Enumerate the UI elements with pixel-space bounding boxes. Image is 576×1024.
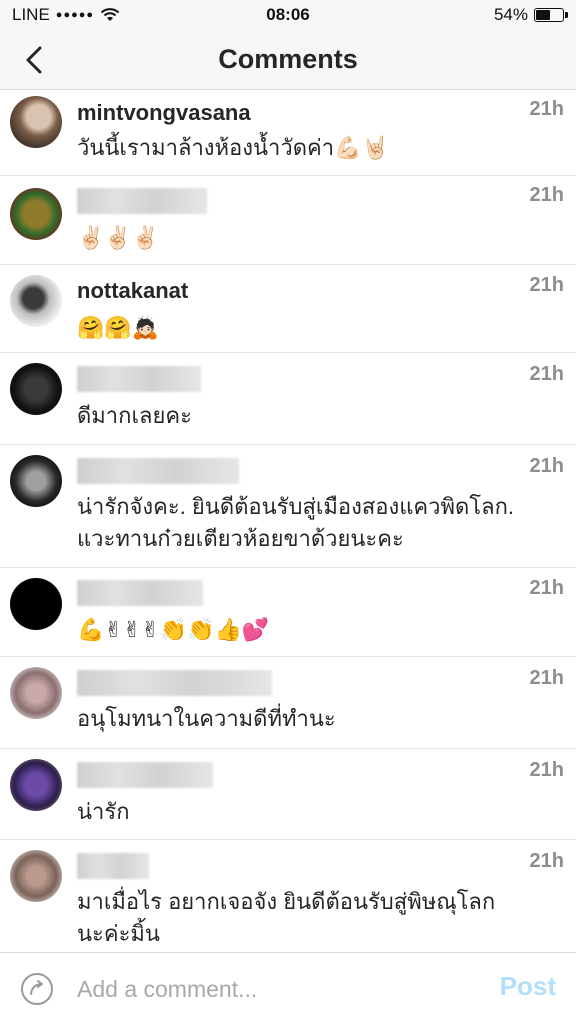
comment-time: 21h (529, 363, 564, 385)
chevron-left-icon (26, 46, 42, 74)
username-redacted[interactable] (77, 366, 201, 392)
avatar[interactable] (10, 759, 62, 811)
wifi-icon (100, 8, 120, 21)
username-redacted[interactable] (77, 580, 203, 606)
comment-username[interactable]: nottakanat (77, 278, 188, 304)
avatar[interactable] (10, 275, 62, 327)
status-bar: LINE ●●●●● 08:06 54% (0, 0, 576, 30)
comment-time: 21h (529, 759, 564, 781)
avatar[interactable] (10, 363, 62, 415)
comment-item: ดีมากเลยคะ 21h (0, 353, 576, 445)
comment-time: 21h (529, 850, 564, 872)
comment-time: 21h (529, 455, 564, 477)
username-redacted[interactable] (77, 762, 213, 788)
avatar[interactable] (10, 96, 62, 148)
comment-username[interactable]: mintvongvasana (77, 100, 251, 126)
page-title: Comments (218, 44, 358, 74)
avatar[interactable] (10, 188, 62, 240)
avatar[interactable] (10, 667, 62, 719)
comment-time: 21h (529, 667, 564, 689)
comments-list[interactable]: mintvongvasana วันนี้เรามาล้างห้องน้ำวัด… (0, 90, 576, 952)
status-right: 54% (364, 5, 568, 25)
battery-icon (534, 8, 568, 22)
status-time: 08:06 (266, 5, 310, 24)
comment-time: 21h (529, 98, 564, 120)
reply-icon[interactable] (20, 972, 54, 1006)
back-button[interactable] (14, 40, 54, 80)
comment-text: อนุโมทนาในความดีที่ทำนะ (77, 706, 336, 731)
comment-composer: Post (0, 952, 576, 1024)
comment-text: ✌🏻✌🏻✌🏻 (77, 225, 160, 250)
avatar[interactable] (10, 850, 62, 902)
comment-time: 21h (529, 184, 564, 206)
comment-time: 21h (529, 274, 564, 296)
comment-item: 💪✌✌✌👏👏👍💕 21h (0, 568, 576, 657)
comment-item: nottakanat 🤗🤗🙇🏻 21h (0, 265, 576, 353)
carrier-label: LINE (12, 5, 50, 24)
comment-text: 🤗🤗🙇🏻 (77, 315, 160, 340)
nav-bar: Comments (0, 30, 576, 90)
comment-text: น่ารักจังคะ. ยินดีต้อนรับสู่เมืองสองแควพ… (77, 494, 515, 551)
comment-text: 💪✌✌✌👏👏👍💕 (77, 617, 270, 642)
battery-fill (536, 10, 551, 20)
comment-text: น่ารัก (77, 799, 130, 824)
post-button[interactable]: Post (500, 971, 556, 1002)
comment-item: น่ารัก 21h (0, 749, 576, 840)
comment-item: มาเมื่อไร อยากเจอจัง ยินดีต้อนรับสู่พิษณ… (0, 840, 576, 952)
comment-item: mintvongvasana วันนี้เรามาล้างห้องน้ำวัด… (0, 90, 576, 176)
battery-percent: 54% (493, 5, 528, 24)
username-redacted[interactable] (77, 188, 207, 214)
comment-text: ดีมากเลยคะ (77, 403, 192, 428)
comment-input[interactable] (77, 971, 457, 1007)
comment-text: มาเมื่อไร อยากเจอจัง ยินดีต้อนรับสู่พิษณ… (77, 889, 496, 946)
status-left: LINE ●●●●● (12, 5, 212, 25)
username-redacted[interactable] (77, 853, 149, 879)
username-redacted[interactable] (77, 458, 239, 484)
comment-time: 21h (529, 577, 564, 599)
username-redacted[interactable] (77, 670, 272, 696)
comment-item: ✌🏻✌🏻✌🏻 21h (0, 176, 576, 265)
avatar[interactable] (10, 455, 62, 507)
comment-item: น่ารักจังคะ. ยินดีต้อนรับสู่เมืองสองแควพ… (0, 445, 576, 568)
comment-text: วันนี้เรามาล้างห้องน้ำวัดค่า💪🏻🤘🏻 (77, 135, 389, 160)
avatar[interactable] (10, 578, 62, 630)
signal-icon: ●●●●● (55, 9, 95, 21)
comment-item: อนุโมทนาในความดีที่ทำนะ 21h (0, 657, 576, 749)
